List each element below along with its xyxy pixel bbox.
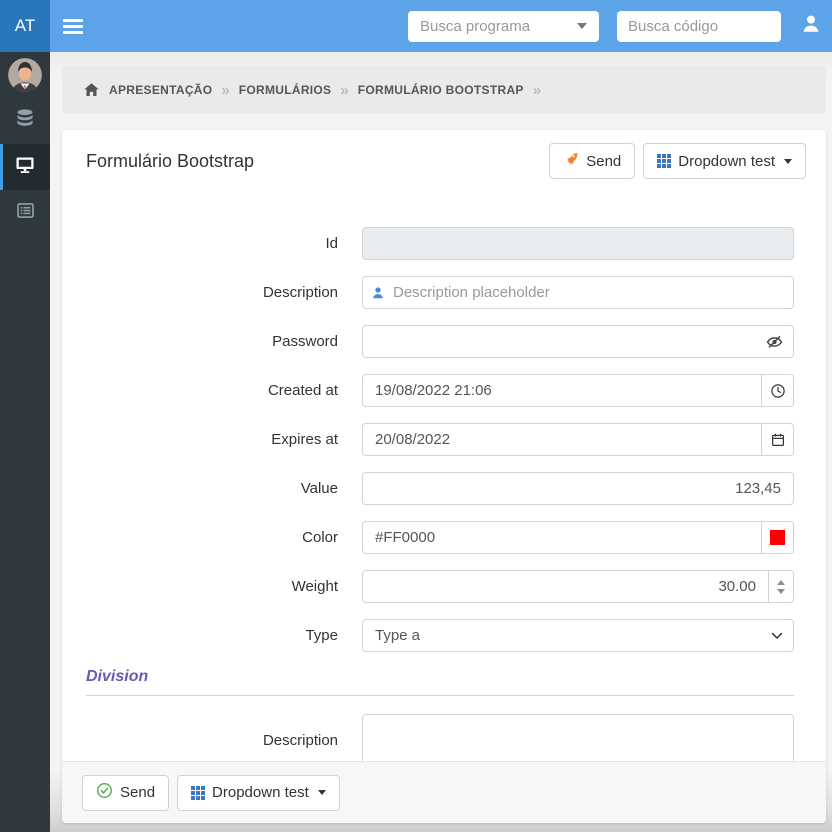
panel-header: Formulário Bootstrap Send Dropdown test [62,130,826,192]
user-menu-button[interactable] [799,14,823,38]
dropdown-test-button-top[interactable]: Dropdown test [643,143,806,179]
sidebar-item-forms-active[interactable] [0,144,50,190]
type-select[interactable]: Type a [362,619,794,652]
created-at-label: Created at [86,382,362,399]
number-spinner [769,570,794,603]
sidebar-item-database[interactable] [0,98,50,144]
dropdown-test-label: Dropdown test [678,153,775,170]
send-button-top[interactable]: Send [549,143,635,179]
spinner-down-icon[interactable] [777,589,785,594]
clock-icon[interactable] [762,374,794,407]
form-panel: Formulário Bootstrap Send Dropdown test [62,130,826,823]
description-label: Description [86,284,362,301]
app-logo-text: AT [15,16,35,36]
grid-icon [657,154,671,168]
database-icon [14,108,36,135]
id-label: Id [86,235,362,252]
grid-icon [191,786,205,800]
send-button-bottom[interactable]: Send [82,775,169,811]
division-description-field[interactable] [362,714,794,766]
dropdown-test-label: Dropdown test [212,784,309,801]
list-alt-icon [16,201,35,225]
sidebar-item-profile[interactable] [0,52,50,98]
app-logo[interactable]: AT [0,0,50,52]
home-icon[interactable] [83,82,100,98]
password-field[interactable] [362,325,794,358]
caret-down-icon [577,23,587,29]
check-circle-icon [96,782,113,803]
expires-at-field[interactable] [362,423,762,456]
code-search-input[interactable] [617,11,781,42]
caret-down-icon [784,159,792,164]
user-icon [800,13,822,40]
password-label: Password [86,333,362,350]
description-field[interactable] [362,276,794,309]
color-field[interactable] [362,521,762,554]
send-button-label: Send [586,153,621,170]
id-field [362,227,794,260]
color-swatch [770,530,785,545]
top-header: Busca programa [50,0,832,52]
dropdown-test-button-bottom[interactable]: Dropdown test [177,775,340,811]
division-description-label: Description [86,732,362,749]
spinner-up-icon[interactable] [777,580,785,585]
program-search-placeholder: Busca programa [420,18,530,35]
weight-field[interactable] [362,570,769,603]
sidebar-item-list[interactable] [0,190,50,236]
breadcrumb-separator: » [221,82,229,99]
monitor-icon [15,155,35,180]
rocket-icon [563,151,579,171]
value-label: Value [86,480,362,497]
created-at-field[interactable] [362,374,762,407]
type-label: Type [86,627,362,644]
hamburger-menu-icon[interactable] [63,19,83,34]
value-field[interactable] [362,472,794,505]
expires-at-label: Expires at [86,431,362,448]
panel-footer: Send Dropdown test [62,761,826,823]
breadcrumb-item-formularios[interactable]: FORMULÁRIOS [239,83,332,97]
form-body: Id Description Pas [62,192,826,766]
breadcrumb-separator: » [533,82,541,99]
breadcrumb-item-formulario-bootstrap[interactable]: FORMULÁRIO BOOTSTRAP [358,83,524,97]
main-content: APRESENTAÇÃO » FORMULÁRIOS » FORMULÁRIO … [50,52,832,832]
color-picker-button[interactable] [762,521,794,554]
breadcrumb: APRESENTAÇÃO » FORMULÁRIOS » FORMULÁRIO … [62,66,826,114]
caret-down-icon [318,790,326,795]
sidebar: AT [0,0,50,832]
program-search-select[interactable]: Busca programa [408,11,599,42]
breadcrumb-item-apresentacao[interactable]: APRESENTAÇÃO [109,83,212,97]
weight-label: Weight [86,578,362,595]
color-label: Color [86,529,362,546]
division-heading: Division [86,668,794,696]
calendar-icon[interactable] [762,423,794,456]
page-title: Formulário Bootstrap [86,151,254,172]
send-button-label: Send [120,784,155,801]
breadcrumb-separator: » [340,82,348,99]
user-avatar [8,58,42,92]
eye-slash-icon[interactable] [765,334,784,350]
